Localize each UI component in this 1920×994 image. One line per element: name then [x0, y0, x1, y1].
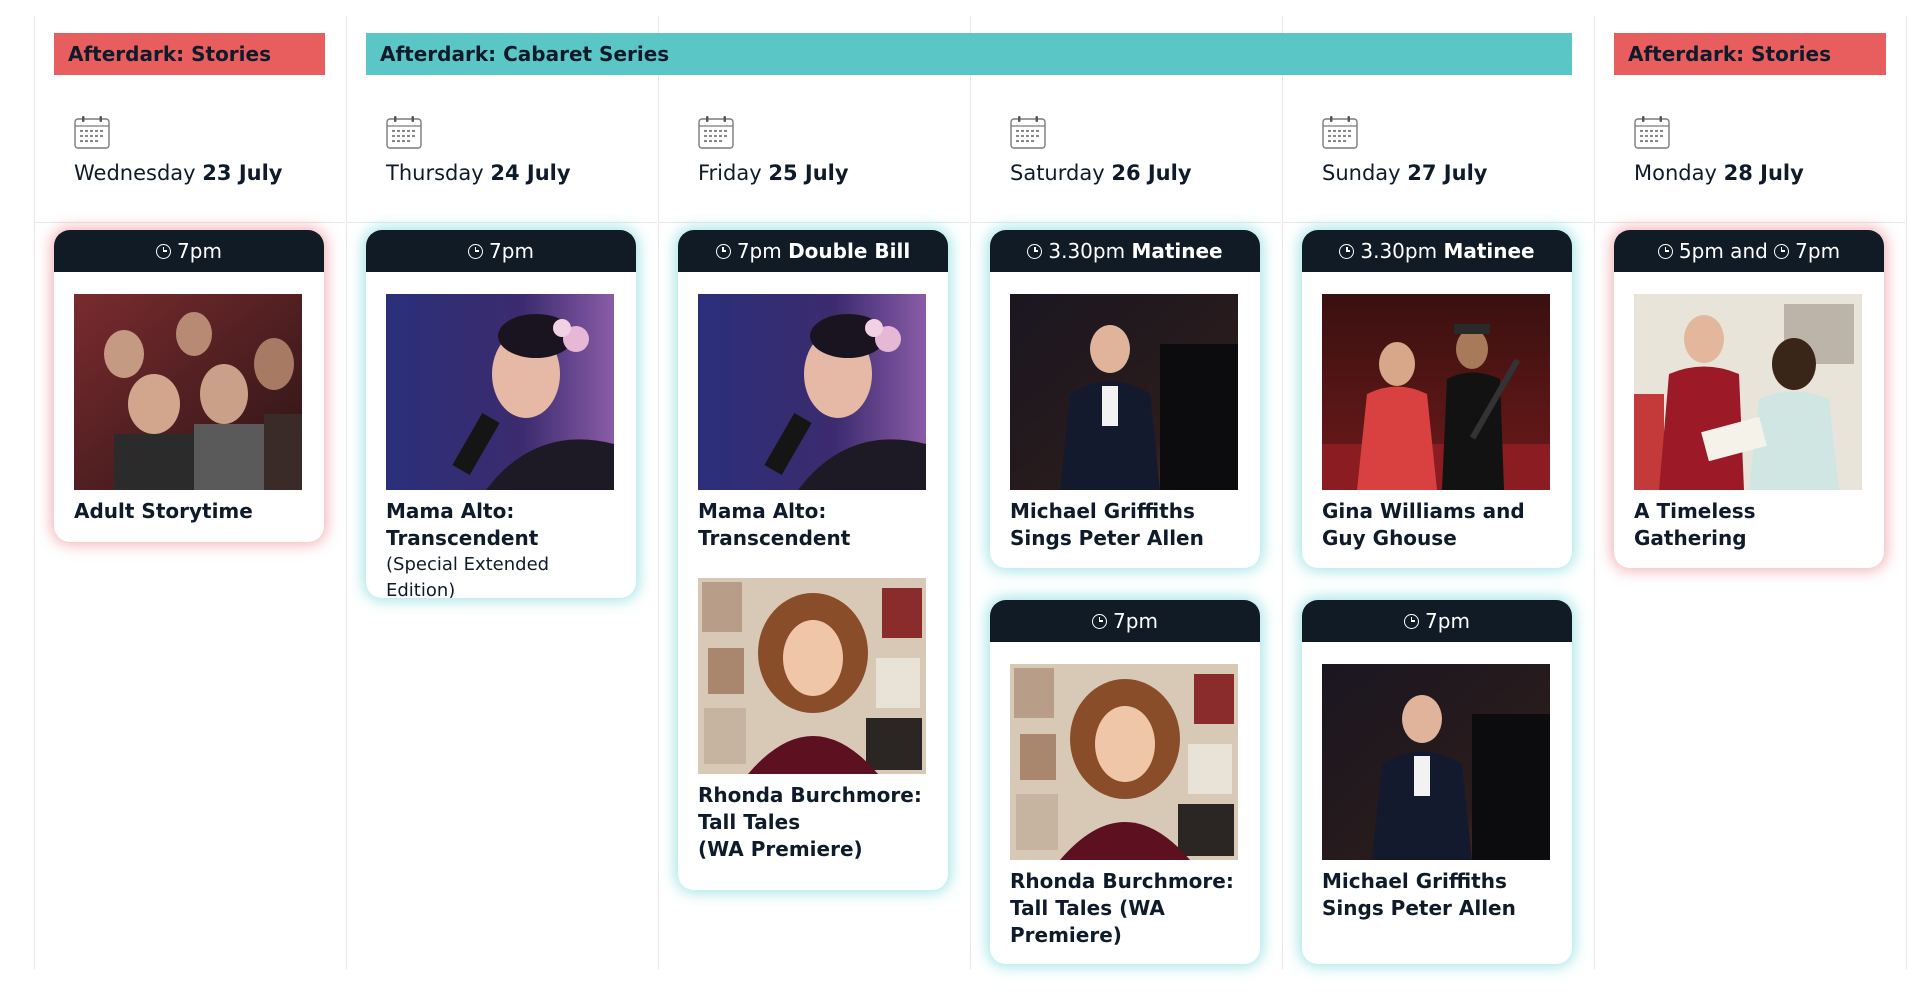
row-divider — [1595, 222, 1905, 223]
session-time: 5pm and 7pm — [1614, 230, 1884, 272]
session-time: 3.30pm Matinee — [990, 230, 1260, 272]
clock-icon — [468, 244, 484, 259]
event-photo-michael-griffiths[interactable] — [1010, 294, 1238, 490]
event-photo-mama-alto[interactable] — [386, 294, 614, 490]
event-card-michael-griffiths-evening[interactable]: 7pm Michael Griffiths Sings Peter Allen — [1302, 600, 1572, 964]
row-divider — [971, 222, 1281, 223]
row-divider — [659, 222, 969, 223]
day-label: Friday 25 July — [698, 161, 849, 185]
session-time: 7pm — [990, 600, 1260, 642]
row-divider — [347, 222, 657, 223]
day-header: Friday 25 July — [698, 115, 988, 185]
event-title[interactable]: Michael Griffiths Sings Peter Allen — [1322, 868, 1552, 922]
event-card-rhonda-burchmore[interactable]: 7pm Rhonda Burchmore: Tall Tales (WA Premi… — [990, 600, 1260, 964]
event-card-gina-williams[interactable]: 3.30pm Matinee Gina Williams and Guy Ghou… — [1302, 230, 1572, 568]
clock-icon — [1092, 614, 1108, 629]
day-header: Saturday 26 July — [1010, 115, 1300, 185]
day-header: Sunday 27 July — [1322, 115, 1612, 185]
day-label: Thursday 24 July — [386, 161, 571, 185]
calendar-icon — [1010, 116, 1046, 149]
day-label: Wednesday 23 July — [74, 161, 283, 185]
calendar-icon — [74, 116, 110, 149]
event-card-mama-alto[interactable]: 7pm Mama Alto: Transcendent (Special Exte… — [366, 230, 636, 598]
day-label: Sunday 27 July — [1322, 161, 1488, 185]
clock-icon — [1027, 244, 1043, 259]
event-card-timeless-gathering[interactable]: 5pm and 7pm A Timeless Gathering — [1614, 230, 1884, 568]
day-header: Thursday 24 July — [386, 115, 676, 185]
session-time: 7pm — [1302, 600, 1572, 642]
clock-icon — [715, 244, 731, 259]
series-banner-stories[interactable]: Afterdark: Stories — [54, 33, 325, 75]
event-card-adult-storytime[interactable]: 7pm Adult Storytime — [54, 230, 324, 542]
clock-icon — [156, 244, 172, 259]
day-label: Saturday 26 July — [1010, 161, 1192, 185]
event-title[interactable]: Rhonda Burchmore: Tall Tales (WA Premiere) — [1010, 868, 1240, 949]
day-header: Wednesday 23 July — [74, 115, 364, 185]
event-photo-gina-williams-guy-ghouse[interactable] — [1322, 294, 1550, 490]
event-title[interactable]: Gina Williams and Guy Ghouse — [1322, 498, 1552, 552]
clock-icon — [1339, 244, 1355, 259]
series-banner-stories-right[interactable]: Afterdark: Stories — [1614, 33, 1886, 75]
calendar-icon — [1634, 116, 1670, 149]
clock-icon — [1404, 614, 1420, 629]
event-photo-michael-griffiths[interactable] — [1322, 664, 1550, 860]
session-time: 7pm — [366, 230, 636, 272]
day-header: Monday 28 July — [1634, 115, 1920, 185]
session-time: 3.30pm Matinee — [1302, 230, 1572, 272]
column-divider — [34, 16, 35, 969]
event-photo-rhonda-burchmore[interactable] — [1010, 664, 1238, 860]
event-photo-timeless-gathering[interactable] — [1634, 294, 1862, 490]
event-card-double-bill[interactable]: 7pm Double Bill Mama Alto: Transcendent R… — [678, 230, 948, 890]
event-title[interactable]: Michael Griffiths Sings Peter Allen — [1010, 498, 1240, 552]
clock-icon — [1774, 244, 1790, 259]
event-title[interactable]: Mama Alto: Transcendent — [698, 498, 928, 552]
event-photo-audience[interactable] — [74, 294, 302, 490]
row-divider — [1283, 222, 1593, 223]
session-time: 7pm — [54, 230, 324, 272]
event-title[interactable]: A Timeless Gathering — [1634, 498, 1864, 552]
event-title[interactable]: Adult Storytime — [74, 498, 304, 525]
event-title[interactable]: Mama Alto: Transcendent — [386, 498, 616, 552]
calendar-icon — [386, 116, 422, 149]
clock-icon — [1657, 244, 1673, 259]
calendar-icon — [698, 116, 734, 149]
event-title[interactable]: Rhonda Burchmore: Tall Tales (WA Premiere) — [698, 782, 928, 863]
event-card-michael-griffiths[interactable]: 3.30pm Matinee Michael Griffiths Sings Pe… — [990, 230, 1260, 568]
row-divider — [35, 222, 345, 223]
series-banner-cabaret[interactable]: Afterdark: Cabaret Series — [366, 33, 1572, 75]
event-subtitle: (Special Extended Edition) — [386, 554, 550, 598]
session-time: 7pm Double Bill — [678, 230, 948, 272]
day-label: Monday 28 July — [1634, 161, 1804, 185]
event-photo-mama-alto[interactable] — [698, 294, 926, 490]
event-photo-rhonda-burchmore[interactable] — [698, 578, 926, 774]
calendar-icon — [1322, 116, 1358, 149]
